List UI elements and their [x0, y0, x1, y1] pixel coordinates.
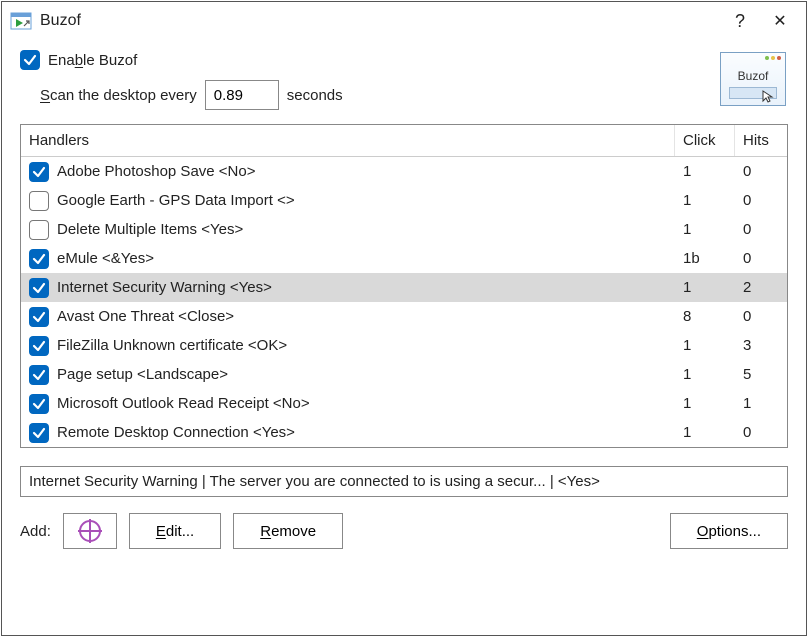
options-button[interactable]: Options... [670, 513, 788, 549]
window-title: Buzof [40, 12, 81, 30]
table-row[interactable]: Remote Desktop Connection <Yes> 10 [21, 418, 787, 447]
row-label: Microsoft Outlook Read Receipt <No> [57, 395, 310, 412]
table-row[interactable]: Google Earth - GPS Data Import <> 10 [21, 186, 787, 215]
row-hits: 0 [735, 215, 787, 244]
row-click: 1 [675, 215, 735, 244]
table-row[interactable]: Microsoft Outlook Read Receipt <No> 11 [21, 389, 787, 418]
table-row[interactable]: Delete Multiple Items <Yes> 10 [21, 215, 787, 244]
scan-label: Scan the desktop every [40, 87, 197, 104]
row-label: Delete Multiple Items <Yes> [57, 221, 243, 238]
row-click: 1 [675, 331, 735, 360]
buzof-logo-button[interactable]: Buzof [720, 52, 786, 106]
row-hits: 5 [735, 360, 787, 389]
row-hits: 2 [735, 273, 787, 302]
remove-button[interactable]: Remove [233, 513, 343, 549]
row-checkbox[interactable] [29, 162, 49, 182]
row-checkbox[interactable] [29, 191, 49, 211]
enable-checkbox[interactable] [20, 50, 40, 70]
table-row[interactable]: Internet Security Warning <Yes> 12 [21, 273, 787, 302]
row-hits: 1 [735, 389, 787, 418]
row-checkbox[interactable] [29, 394, 49, 414]
row-checkbox[interactable] [29, 307, 49, 327]
row-click: 1 [675, 273, 735, 302]
row-label: Remote Desktop Connection <Yes> [57, 424, 295, 441]
add-label: Add: [20, 523, 51, 540]
row-label: eMule <&Yes> [57, 250, 154, 267]
table-row[interactable]: Adobe Photoshop Save <No> 10 [21, 157, 787, 186]
col-click[interactable]: Click [675, 125, 735, 156]
app-icon [10, 10, 32, 32]
crosshair-icon [78, 519, 102, 543]
scan-interval-input[interactable] [205, 80, 279, 110]
row-hits: 0 [735, 186, 787, 215]
table-row[interactable]: Avast One Threat <Close> 80 [21, 302, 787, 331]
row-click: 8 [675, 302, 735, 331]
row-hits: 0 [735, 302, 787, 331]
add-target-button[interactable] [63, 513, 117, 549]
row-hits: 0 [735, 157, 787, 186]
row-click: 1 [675, 418, 735, 447]
status-text: Internet Security Warning | The server y… [29, 473, 600, 490]
row-checkbox[interactable] [29, 365, 49, 385]
status-bar: Internet Security Warning | The server y… [20, 466, 788, 497]
row-hits: 0 [735, 244, 787, 273]
window: Buzof ? ✕ Enable Buzof Scan the desktop … [1, 1, 807, 636]
enable-label: Enable Buzof [48, 52, 137, 69]
row-label: Page setup <Landscape> [57, 366, 228, 383]
edit-button[interactable]: Edit... [129, 513, 221, 549]
help-button[interactable]: ? [720, 11, 760, 32]
content: Enable Buzof Scan the desktop every seco… [2, 40, 806, 635]
row-hits: 0 [735, 418, 787, 447]
table-row[interactable]: Page setup <Landscape> 15 [21, 360, 787, 389]
close-button[interactable]: ✕ [760, 11, 800, 31]
row-checkbox[interactable] [29, 220, 49, 240]
table-row[interactable]: FileZilla Unknown certificate <OK> 13 [21, 331, 787, 360]
row-hits: 3 [735, 331, 787, 360]
row-checkbox[interactable] [29, 423, 49, 443]
row-label: Adobe Photoshop Save <No> [57, 163, 256, 180]
row-label: Internet Security Warning <Yes> [57, 279, 272, 296]
titlebar: Buzof ? ✕ [2, 2, 806, 40]
cursor-icon [761, 89, 775, 103]
row-label: Avast One Threat <Close> [57, 308, 234, 325]
col-handlers[interactable]: Handlers [21, 125, 675, 156]
row-checkbox[interactable] [29, 336, 49, 356]
table-row[interactable]: eMule <&Yes> 1b0 [21, 244, 787, 273]
row-checkbox[interactable] [29, 249, 49, 269]
row-click: 1 [675, 157, 735, 186]
row-click: 1b [675, 244, 735, 273]
handlers-table: Handlers Click Hits Adobe Photoshop Save… [20, 124, 788, 448]
row-label: Google Earth - GPS Data Import <> [57, 192, 295, 209]
table-header: Handlers Click Hits [21, 125, 787, 157]
scan-suffix: seconds [287, 87, 343, 104]
row-click: 1 [675, 389, 735, 418]
row-label: FileZilla Unknown certificate <OK> [57, 337, 287, 354]
row-click: 1 [675, 186, 735, 215]
row-click: 1 [675, 360, 735, 389]
row-checkbox[interactable] [29, 278, 49, 298]
col-hits[interactable]: Hits [735, 125, 787, 156]
